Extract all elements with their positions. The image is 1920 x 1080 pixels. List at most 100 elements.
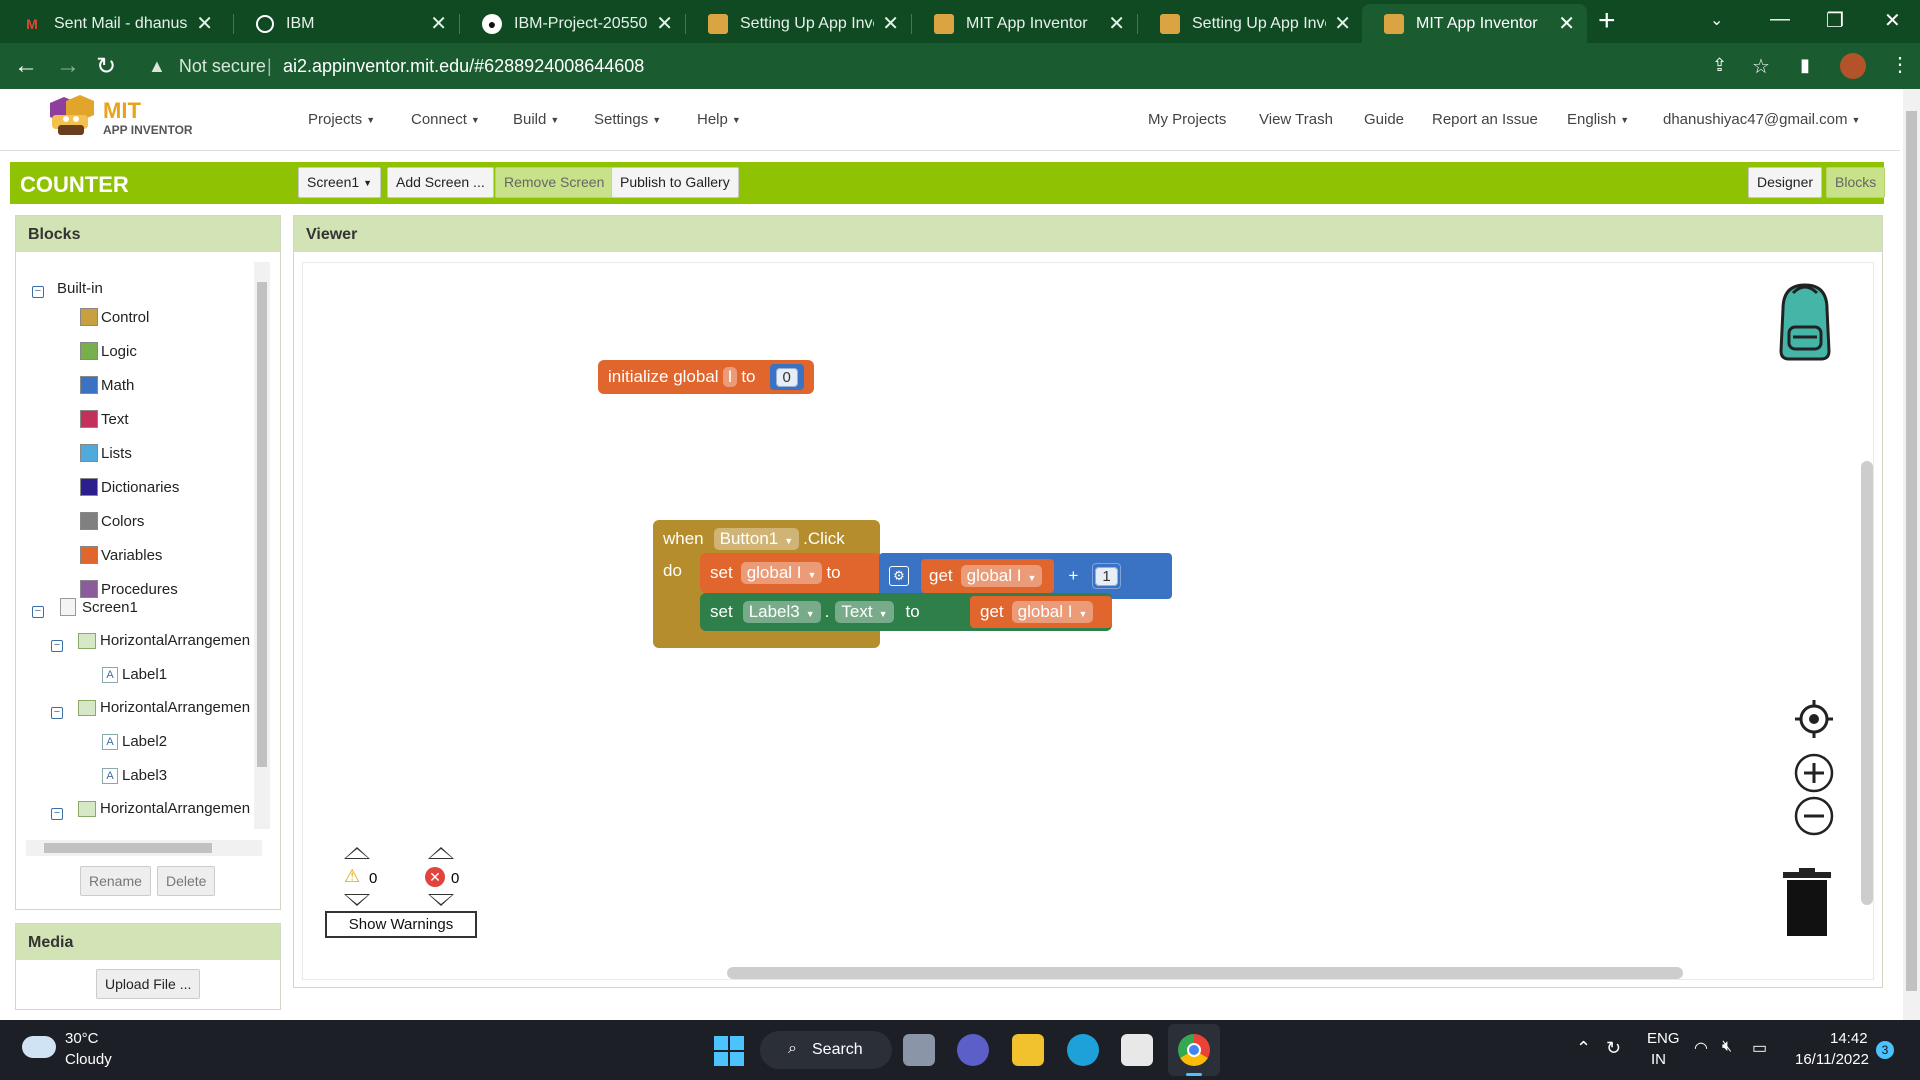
variable-dropdown[interactable]: global I ▼ — [740, 562, 823, 584]
tab-gmail[interactable]: M Sent Mail - dhanushiy ✕ — [0, 4, 225, 43]
volume-muted-icon[interactable]: 🔇︎ — [1722, 1038, 1732, 1056]
edge-icon[interactable] — [1067, 1034, 1099, 1066]
menu-connect[interactable]: Connect ▼ — [411, 111, 480, 128]
collapse-toggle-builtin[interactable]: − — [32, 286, 44, 298]
collapse-toggle-arr3[interactable]: − — [51, 808, 63, 820]
address-bar[interactable]: ▲ Not secure | ai2.appinventor.mit.edu/#… — [136, 48, 1756, 84]
teams-chat-icon[interactable] — [957, 1034, 989, 1066]
remove-screen-button[interactable]: Remove Screen — [495, 167, 614, 198]
drawer-logic[interactable]: Logic — [80, 342, 137, 360]
bookmark-star-icon[interactable]: ☆ — [1752, 54, 1770, 79]
variable-dropdown[interactable]: global I ▼ — [1011, 601, 1094, 623]
backpack-icon[interactable] — [1763, 279, 1847, 368]
property-dropdown[interactable]: Text ▼ — [835, 601, 894, 623]
tab-search-icon[interactable]: ⌄ — [1710, 10, 1723, 30]
menu-kebab-icon[interactable]: ⋮ — [1890, 52, 1910, 77]
wifi-icon[interactable]: ◠ — [1694, 1038, 1708, 1058]
get-global-block[interactable]: get global I ▼ — [970, 596, 1112, 628]
tab-setup-2[interactable]: Setting Up App Inven ✕ — [1138, 4, 1363, 43]
number-block[interactable]: 1 — [1092, 563, 1121, 589]
number-value[interactable]: 0 — [775, 368, 798, 387]
close-icon[interactable]: ✕ — [1108, 11, 1125, 36]
notification-badge[interactable]: 3 — [1876, 1041, 1894, 1059]
cloud-icon[interactable] — [22, 1036, 56, 1058]
mit-logo-icon[interactable] — [44, 95, 100, 139]
tree-screen1[interactable]: Screen1 — [60, 598, 138, 616]
tab-setup-1[interactable]: Setting Up App Inven ✕ — [686, 4, 911, 43]
publish-gallery-button[interactable]: Publish to Gallery — [611, 167, 739, 198]
file-explorer-icon[interactable] — [1012, 1034, 1044, 1066]
new-tab-button[interactable]: + — [1598, 6, 1616, 36]
prev-error-arrow-icon[interactable] — [428, 847, 454, 859]
tab-mit-1[interactable]: MIT App Inventor ✕ — [912, 4, 1137, 43]
tree-label2[interactable]: A Label2 — [102, 733, 167, 750]
zoom-in-icon[interactable] — [1794, 753, 1834, 793]
scroll-thumb[interactable] — [44, 843, 212, 853]
clock-time[interactable]: 14:42 — [1830, 1030, 1868, 1047]
forward-icon[interactable]: → — [56, 52, 80, 80]
drawer-colors[interactable]: Colors — [80, 512, 144, 530]
get-global-block[interactable]: get global I ▼ — [921, 559, 1055, 593]
blocks-button[interactable]: Blocks — [1826, 167, 1886, 198]
tree-horizontal-scrollbar[interactable] — [26, 840, 262, 856]
task-view-icon[interactable] — [903, 1034, 935, 1066]
tree-horizontal-arrangement-2[interactable]: HorizontalArrangemen — [78, 699, 250, 716]
link-guide[interactable]: Guide — [1364, 111, 1404, 128]
recenter-icon[interactable] — [1794, 699, 1834, 739]
scroll-thumb[interactable] — [1906, 111, 1917, 991]
designer-button[interactable]: Designer — [1748, 167, 1823, 198]
collapse-toggle-screen1[interactable]: − — [32, 606, 44, 618]
menu-settings[interactable]: Settings ▼ — [594, 111, 661, 128]
security-indicator[interactable]: ▲ Not secure — [148, 56, 266, 77]
weather-desc[interactable]: Cloudy — [65, 1051, 112, 1068]
link-report-issue[interactable]: Report an Issue — [1432, 111, 1538, 128]
delete-button[interactable]: Delete — [157, 866, 216, 896]
menu-account[interactable]: dhanushiyac47@gmail.com ▼ — [1663, 111, 1860, 128]
tree-horizontal-arrangement-1[interactable]: HorizontalArrangemen — [78, 632, 250, 649]
collapse-toggle-arr2[interactable]: − — [51, 707, 63, 719]
drawer-procedures[interactable]: Procedures — [80, 580, 178, 598]
reload-icon[interactable]: ↻ — [96, 52, 116, 81]
link-view-trash[interactable]: View Trash — [1259, 111, 1333, 128]
next-warning-arrow-icon[interactable] — [344, 894, 370, 906]
close-icon[interactable]: ✕ — [196, 11, 213, 36]
menu-help[interactable]: Help ▼ — [697, 111, 741, 128]
close-icon[interactable]: ✕ — [430, 11, 447, 36]
close-icon[interactable]: ✕ — [1558, 11, 1575, 36]
drawer-text[interactable]: Text — [80, 410, 129, 428]
next-error-arrow-icon[interactable] — [428, 894, 454, 906]
component-dropdown[interactable]: Label3 ▼ — [742, 601, 821, 623]
tree-vertical-scrollbar[interactable] — [254, 262, 270, 829]
drawer-math[interactable]: Math — [80, 376, 134, 394]
profile-avatar[interactable] — [1840, 53, 1866, 79]
trash-icon[interactable] — [1779, 868, 1835, 938]
initialize-global-block[interactable]: initialize global I to 0 — [598, 360, 814, 394]
close-icon[interactable]: ✕ — [882, 11, 899, 36]
blocks-workspace[interactable]: initialize global I to 0 when Button1 ▼ .… — [302, 262, 1874, 980]
workspace-vertical-scrollbar[interactable] — [1861, 461, 1873, 905]
close-icon[interactable]: ✕ — [656, 11, 673, 36]
number-value[interactable]: 1 — [1095, 567, 1118, 586]
drawer-control[interactable]: Control — [80, 308, 149, 326]
menu-build[interactable]: Build ▼ — [513, 111, 559, 128]
tree-label3[interactable]: A Label3 — [102, 767, 167, 784]
chrome-taskbar-button[interactable] — [1168, 1024, 1220, 1076]
drawer-variables[interactable]: Variables — [80, 546, 162, 564]
workspace-horizontal-scrollbar[interactable] — [727, 967, 1683, 979]
weather-temp[interactable]: 30°C — [65, 1030, 99, 1047]
tree-label1[interactable]: A Label1 — [102, 666, 167, 683]
number-block[interactable]: 0 — [769, 364, 804, 390]
mutator-gear-icon[interactable]: ⚙ — [889, 566, 909, 586]
url-text[interactable]: ai2.appinventor.mit.edu/#628892400864460… — [283, 56, 644, 77]
prev-warning-arrow-icon[interactable] — [344, 847, 370, 859]
tab-mit-active[interactable]: MIT App Inventor ✕ — [1362, 4, 1587, 43]
upload-file-button[interactable]: Upload File ... — [96, 969, 201, 999]
battery-icon[interactable]: ▭ — [1752, 1038, 1767, 1058]
restore-button[interactable]: ❐ — [1826, 8, 1844, 33]
sync-icon[interactable]: ↻ — [1606, 1038, 1621, 1059]
zoom-out-icon[interactable] — [1794, 796, 1834, 836]
minimize-button[interactable]: — — [1770, 8, 1790, 31]
scroll-thumb[interactable] — [257, 282, 267, 767]
link-my-projects[interactable]: My Projects — [1148, 111, 1226, 128]
windows-start-icon[interactable] — [714, 1036, 744, 1066]
